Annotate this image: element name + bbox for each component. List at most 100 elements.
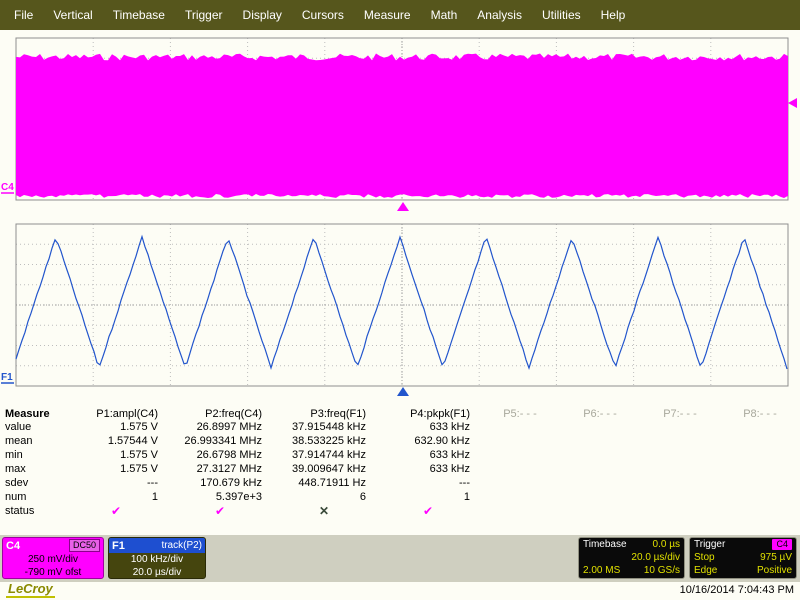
measure-table: MeasureP1:ampl(C4)P2:freq(C4)P3:freq(F1)… bbox=[0, 406, 800, 518]
measure-mean-p4: 632.90 kHz bbox=[376, 434, 480, 448]
menu-item-utilities[interactable]: Utilities bbox=[532, 0, 591, 30]
timebase-scale: 20.0 µs/div bbox=[631, 551, 680, 564]
measure-value-p5 bbox=[480, 420, 560, 434]
measure-min-p5 bbox=[480, 448, 560, 462]
measure-max-p8 bbox=[720, 462, 800, 476]
trigger-source-badge: C4 bbox=[772, 539, 792, 550]
measure-row-label-num: num bbox=[0, 490, 64, 504]
measure-row-label-max: max bbox=[0, 462, 64, 476]
trigger-time-marker[interactable] bbox=[397, 202, 409, 211]
status-check-icon: ✔ bbox=[64, 504, 168, 518]
measure-sdev-p1: --- bbox=[64, 476, 168, 490]
menu-bar: FileVerticalTimebaseTriggerDisplayCursor… bbox=[0, 0, 800, 30]
menu-item-timebase[interactable]: Timebase bbox=[103, 0, 175, 30]
measure-panel: MeasureP1:ampl(C4)P2:freq(C4)P3:freq(F1)… bbox=[0, 402, 800, 535]
descriptor-bar: C4 DC50 250 mV/div -790 mV ofst F1 track… bbox=[0, 535, 800, 582]
c4-coupling-badge: DC50 bbox=[69, 539, 100, 552]
c4-trace-label: C4 bbox=[1, 182, 14, 193]
status-check-icon: ✔ bbox=[376, 504, 480, 518]
f1-trace-label: F1 bbox=[1, 372, 13, 383]
measure-min-p2: 26.6798 MHz bbox=[168, 448, 272, 462]
timebase-samples: 2.00 MS bbox=[583, 564, 620, 577]
menu-item-math[interactable]: Math bbox=[421, 0, 468, 30]
measure-num-p2: 5.397e+3 bbox=[168, 490, 272, 504]
f1-offset-marker[interactable] bbox=[397, 387, 409, 396]
measure-row-label-sdev: sdev bbox=[0, 476, 64, 490]
measure-row-label-min: min bbox=[0, 448, 64, 462]
measure-row-label-value: value bbox=[0, 420, 64, 434]
measure-min-p8 bbox=[720, 448, 800, 462]
measure-max-p5 bbox=[480, 462, 560, 476]
timebase-rate: 10 GS/s bbox=[644, 564, 680, 577]
datetime-display: 10/16/2014 7:04:43 PM bbox=[680, 584, 794, 596]
trigger-title: Trigger bbox=[694, 538, 725, 551]
menu-item-trigger[interactable]: Trigger bbox=[175, 0, 233, 30]
measure-min-p3: 37.914744 kHz bbox=[272, 448, 376, 462]
timebase-offset: 0.0 µs bbox=[653, 538, 680, 551]
measure-mean-p5 bbox=[480, 434, 560, 448]
measure-value-p3: 37.915448 kHz bbox=[272, 420, 376, 434]
trigger-type: Edge bbox=[694, 564, 717, 577]
measure-sdev-p5 bbox=[480, 476, 560, 490]
measure-value-p7 bbox=[640, 420, 720, 434]
status-crossed-icon: ✕ bbox=[272, 504, 376, 518]
waveform-display: C4 F1 bbox=[0, 30, 800, 402]
measure-min-p7 bbox=[640, 448, 720, 462]
trigger-descriptor[interactable]: Trigger C4 Stop 975 µV Edge Positive bbox=[689, 537, 797, 579]
scope-graticule: C4 F1 bbox=[0, 30, 800, 402]
trigger-level-marker[interactable] bbox=[788, 98, 797, 108]
menu-item-cursors[interactable]: Cursors bbox=[292, 0, 354, 30]
trigger-slope: Positive bbox=[757, 564, 792, 577]
menu-item-file[interactable]: File bbox=[4, 0, 43, 30]
menu-item-analysis[interactable]: Analysis bbox=[467, 0, 532, 30]
measure-sdev-p4: --- bbox=[376, 476, 480, 490]
menu-item-help[interactable]: Help bbox=[591, 0, 636, 30]
measure-value-p1: 1.575 V bbox=[64, 420, 168, 434]
menu-item-measure[interactable]: Measure bbox=[354, 0, 421, 30]
f1-vertical-scale: 100 kHz/div bbox=[109, 553, 205, 566]
trace-f1-descriptor[interactable]: F1 track(P2) 100 kHz/div 20.0 µs/div bbox=[108, 537, 206, 579]
measure-value-p8 bbox=[720, 420, 800, 434]
measure-sdev-p8 bbox=[720, 476, 800, 490]
measure-num-p5 bbox=[480, 490, 560, 504]
timebase-title: Timebase bbox=[583, 538, 627, 551]
measure-row-label-mean: mean bbox=[0, 434, 64, 448]
trigger-level: 975 µV bbox=[760, 551, 792, 564]
measure-value-p4: 633 kHz bbox=[376, 420, 480, 434]
measure-row-label-status: status bbox=[0, 504, 64, 518]
oscilloscope-screen: FileVerticalTimebaseTriggerDisplayCursor… bbox=[0, 0, 800, 600]
measure-num-p4: 1 bbox=[376, 490, 480, 504]
measure-max-p2: 27.3127 MHz bbox=[168, 462, 272, 476]
measure-mean-p6 bbox=[560, 434, 640, 448]
measure-sdev-p2: 170.679 kHz bbox=[168, 476, 272, 490]
measure-value-p6 bbox=[560, 420, 640, 434]
f1-trace-label: F1 bbox=[112, 540, 125, 552]
status-empty bbox=[720, 504, 800, 518]
measure-max-p7 bbox=[640, 462, 720, 476]
measure-min-p1: 1.575 V bbox=[64, 448, 168, 462]
measure-mean-p2: 26.993341 MHz bbox=[168, 434, 272, 448]
f1-source-label: track(P2) bbox=[161, 540, 202, 551]
measure-max-p4: 633 kHz bbox=[376, 462, 480, 476]
measure-mean-p8 bbox=[720, 434, 800, 448]
footer-bar: LeCroy 10/16/2014 7:04:43 PM bbox=[0, 582, 800, 600]
menu-item-vertical[interactable]: Vertical bbox=[43, 0, 102, 30]
c4-vertical-offset: -790 mV ofst bbox=[3, 566, 103, 579]
measure-min-p4: 633 kHz bbox=[376, 448, 480, 462]
menu-item-display[interactable]: Display bbox=[233, 0, 292, 30]
measure-sdev-p6 bbox=[560, 476, 640, 490]
c4-vertical-scale: 250 mV/div bbox=[3, 553, 103, 566]
measure-sdev-p7 bbox=[640, 476, 720, 490]
status-empty bbox=[560, 504, 640, 518]
timebase-descriptor[interactable]: Timebase 0.0 µs 20.0 µs/div 2.00 MS 10 G… bbox=[578, 537, 685, 579]
measure-num-p6 bbox=[560, 490, 640, 504]
measure-mean-p7 bbox=[640, 434, 720, 448]
measure-mean-p1: 1.57544 V bbox=[64, 434, 168, 448]
measure-num-p3: 6 bbox=[272, 490, 376, 504]
status-empty bbox=[640, 504, 720, 518]
channel-c4-descriptor[interactable]: C4 DC50 250 mV/div -790 mV ofst bbox=[2, 537, 104, 579]
trigger-mode: Stop bbox=[694, 551, 715, 564]
measure-max-p6 bbox=[560, 462, 640, 476]
c4-waveform bbox=[16, 54, 788, 199]
measure-value-p2: 26.8997 MHz bbox=[168, 420, 272, 434]
